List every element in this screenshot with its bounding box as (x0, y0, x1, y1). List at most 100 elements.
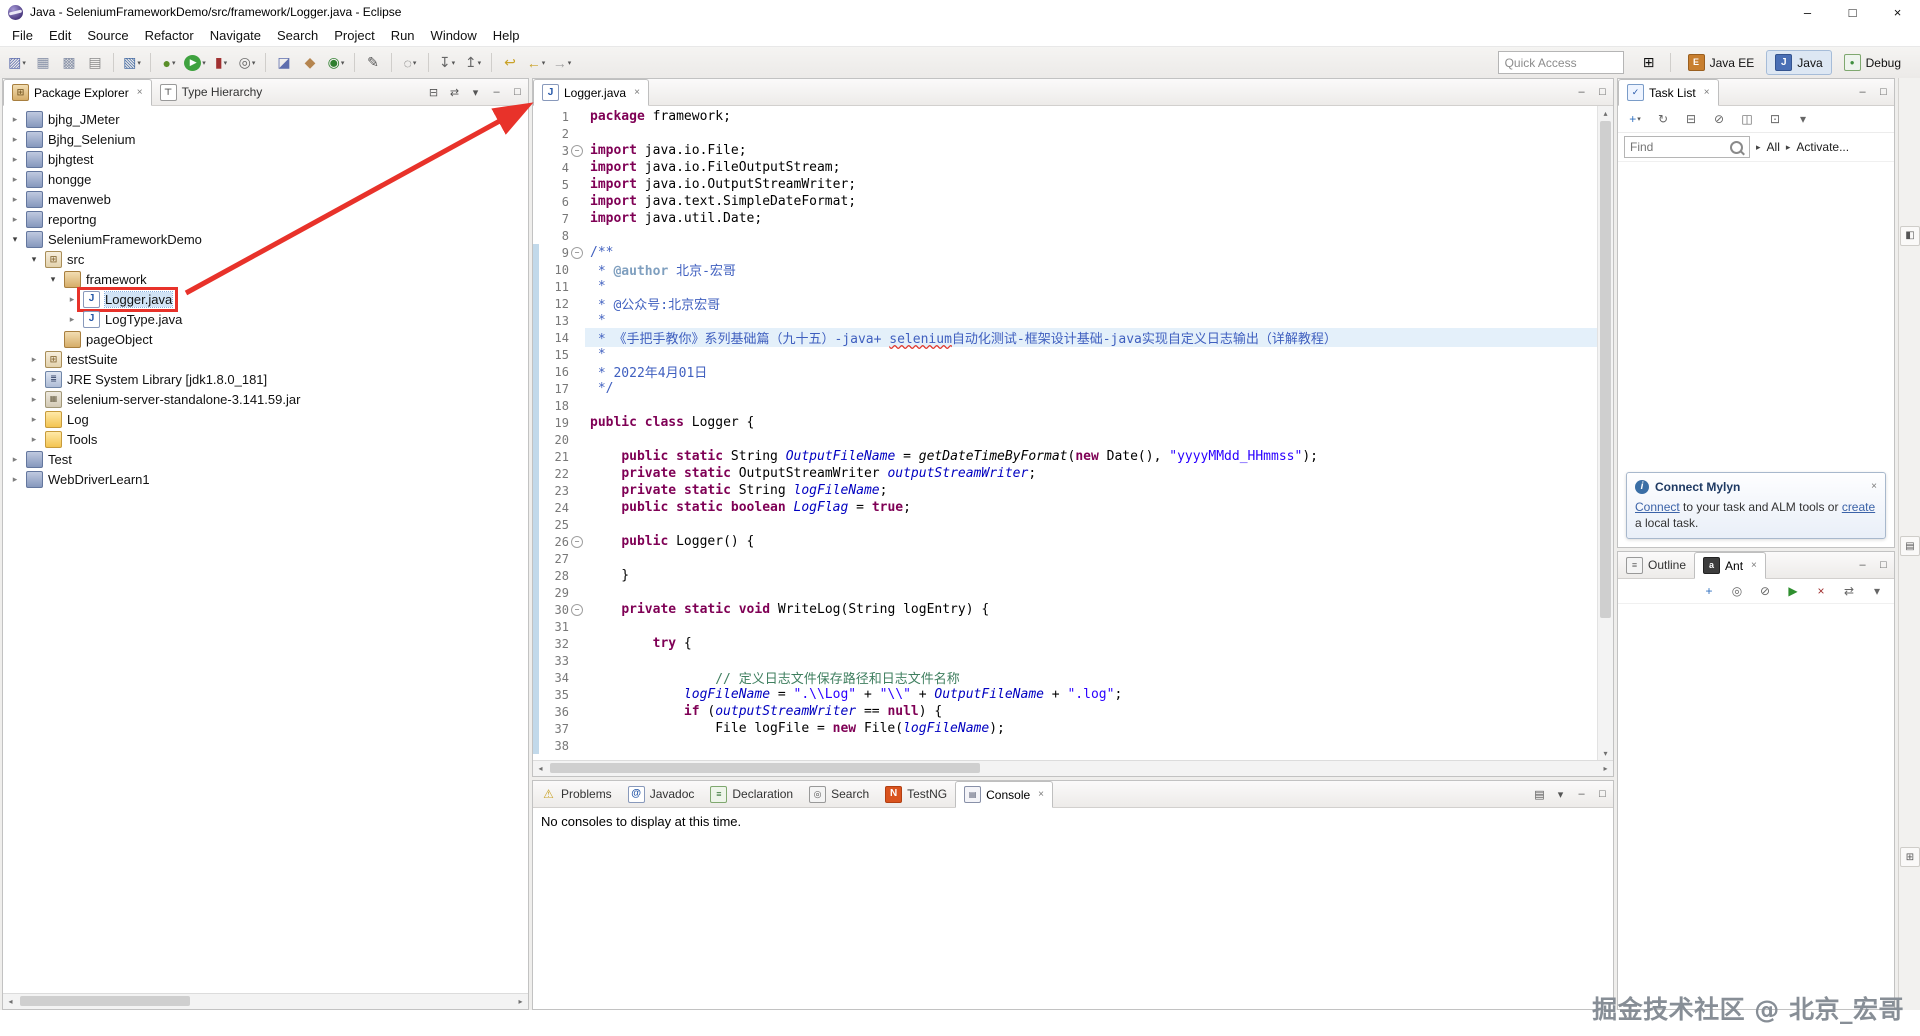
menu-window[interactable]: Window (423, 26, 485, 45)
dropdown-arrow-icon[interactable]: ▾ (137, 59, 141, 67)
find-input[interactable] (1628, 139, 1730, 155)
package-explorer-hscrollbar[interactable]: ◂ ▸ (3, 993, 528, 1009)
back-button[interactable]: ← ▾ (523, 51, 549, 75)
tree-item-test[interactable]: ▸ Test (3, 449, 528, 469)
open-console-button[interactable]: ▧ ▾ (119, 51, 145, 75)
next-annotation-button[interactable]: ↧ ▾ (434, 51, 460, 75)
run-external-tools-button[interactable]: ◎ ▾ (234, 51, 260, 75)
dropdown-arrow-icon[interactable]: ▾ (202, 59, 206, 67)
tree-arrow-icon[interactable]: ▾ (7, 234, 23, 245)
print-button[interactable]: ▤ (82, 51, 108, 75)
tab-package-explorer[interactable]: ⊞ Package Explorer × (3, 79, 152, 106)
scroll-thumb[interactable] (550, 763, 980, 773)
tree-arrow-icon[interactable]: ▸ (64, 314, 80, 325)
code-line-38[interactable]: 38 (533, 737, 1597, 754)
code-line-15[interactable]: 15 * (533, 346, 1597, 363)
close-icon[interactable]: × (137, 87, 143, 98)
categorized-button[interactable]: ⊟ (1678, 109, 1704, 129)
new-package-button[interactable]: ◆ (297, 51, 323, 75)
code-line-34[interactable]: 34 // 定义日志文件保存路径和日志文件名称 (533, 669, 1597, 687)
create-link[interactable]: create (1842, 500, 1875, 514)
code-line-35[interactable]: 35 logFileName = ".\\Log" + "\\" + Outpu… (533, 686, 1597, 703)
synchronize-button[interactable]: ↻ (1650, 109, 1676, 129)
maximize-button[interactable]: □ (1875, 557, 1892, 574)
code-line-31[interactable]: 31 (533, 618, 1597, 635)
code-line-4[interactable]: 4 import java.io.FileOutputStream; (533, 159, 1597, 176)
close-icon[interactable]: × (1704, 87, 1710, 98)
code-line-30[interactable]: 30− private static void WriteLog(String … (533, 601, 1597, 618)
scroll-track[interactable] (18, 994, 513, 1009)
tree-item-src[interactable]: ▾ ⊞ src (3, 249, 528, 269)
close-icon[interactable]: × (634, 87, 640, 98)
find-box[interactable] (1624, 136, 1750, 158)
tree-item-mavenweb[interactable]: ▸ mavenweb (3, 189, 528, 209)
coverage-button[interactable]: ▮ ▾ (208, 51, 234, 75)
tree-item-bjhg-selenium[interactable]: ▸ Bjhg_Selenium (3, 129, 528, 149)
link-with-editor-button[interactable]: ⇄ (1836, 581, 1862, 601)
fold-collapse-icon[interactable]: − (571, 535, 583, 548)
close-icon[interactable]: × (1751, 560, 1757, 571)
code-line-21[interactable]: 21 public static String OutputFileName =… (533, 448, 1597, 465)
maximize-button[interactable]: □ (1594, 84, 1611, 101)
tree-item-pageobject[interactable]: pageObject (3, 329, 528, 349)
filter-completed-button[interactable]: ⊘ (1706, 109, 1732, 129)
menu-navigate[interactable]: Navigate (202, 26, 269, 45)
close-icon[interactable]: × (1038, 789, 1044, 800)
scroll-left-icon[interactable]: ◂ (3, 997, 18, 1006)
quick-access-box[interactable]: Quick Access (1497, 51, 1624, 74)
code-line-2[interactable]: 2 (533, 125, 1597, 142)
code-line-7[interactable]: 7 import java.util.Date; (533, 210, 1597, 227)
tab-outline[interactable]: ≡ Outline (1618, 552, 1694, 578)
tree-arrow-icon[interactable]: ▸ (26, 394, 42, 405)
code-line-19[interactable]: 19 public class Logger { (533, 414, 1597, 431)
minimize-button[interactable]: – (1854, 84, 1871, 101)
code-line-27[interactable]: 27 (533, 550, 1597, 567)
code-line-22[interactable]: 22 private static OutputStreamWriter out… (533, 465, 1597, 482)
tree-arrow-icon[interactable]: ▸ (26, 434, 42, 445)
view-menu-button[interactable]: ▾ (1864, 581, 1890, 601)
tree-item-testsuite[interactable]: ▸ ⊞ testSuite (3, 349, 528, 369)
debug-button[interactable]: ● ▾ (156, 51, 182, 75)
scroll-right-icon[interactable]: ▸ (513, 997, 528, 1006)
dropdown-arrow-icon[interactable]: ▾ (413, 59, 417, 67)
maximize-button[interactable]: □ (1594, 786, 1611, 803)
dropdown-arrow-icon[interactable]: ▾ (542, 59, 546, 67)
editor-vscrollbar[interactable]: ▴ ▾ (1597, 106, 1613, 760)
minimize-button[interactable]: – (488, 84, 505, 101)
new-wizard-button[interactable]: ▨ ▾ (4, 51, 30, 75)
menu-source[interactable]: Source (79, 26, 136, 45)
dropdown-arrow-icon[interactable]: ▾ (252, 59, 256, 67)
tree-item-reportng[interactable]: ▸ reportng (3, 209, 528, 229)
tree-item-log[interactable]: ▸ Log (3, 409, 528, 429)
tab-problems[interactable]: ⚠ Problems (533, 781, 620, 807)
tree-item-logtype-java[interactable]: ▸ J LogType.java (3, 309, 528, 329)
tab-javadoc[interactable]: @ Javadoc (620, 781, 703, 807)
tree-item-bjhg-jmeter[interactable]: ▸ bjhg_JMeter (3, 109, 528, 129)
restore-view-1-button[interactable]: ◧ (1900, 225, 1920, 246)
add-buildfiles-button[interactable]: + (1696, 581, 1722, 601)
remove-button[interactable]: × (1808, 581, 1834, 601)
view-menu-button[interactable]: ▾ (467, 84, 484, 101)
tab-logger-java[interactable]: J Logger.java × (533, 79, 649, 106)
code-line-1[interactable]: 1 package framework; (533, 108, 1597, 125)
tree-item-bjhgtest[interactable]: ▸ bjhgtest (3, 149, 528, 169)
open-console-button[interactable]: ▤ (1531, 786, 1548, 803)
activate-link[interactable]: Activate... (1796, 140, 1849, 154)
tree-item-tools[interactable]: ▸ Tools (3, 429, 528, 449)
dropdown-arrow-icon[interactable]: ▾ (341, 59, 345, 67)
menu-edit[interactable]: Edit (41, 26, 79, 45)
menu-search[interactable]: Search (269, 26, 326, 45)
display-selected-console-button[interactable]: ▾ (1552, 786, 1569, 803)
editor-hscrollbar[interactable]: ◂ ▸ (533, 760, 1613, 776)
minimize-window-button[interactable]: – (1785, 0, 1830, 24)
code-line-28[interactable]: 28 } (533, 567, 1597, 584)
code-line-25[interactable]: 25 (533, 516, 1597, 533)
scroll-thumb[interactable] (1600, 121, 1611, 619)
scroll-left-icon[interactable]: ◂ (533, 764, 548, 773)
tree-item-seleniumframeworkdemo[interactable]: ▾ SeleniumFrameworkDemo (3, 229, 528, 249)
code-line-14[interactable]: 14 * 《手把手教你》系列基础篇（九十五）-java+ selenium自动化… (533, 328, 1597, 347)
tree-arrow-icon[interactable]: ▸ (26, 374, 42, 385)
run-default-target-button[interactable]: ▶ (1780, 581, 1806, 601)
code-line-29[interactable]: 29 (533, 584, 1597, 601)
dropdown-arrow-icon[interactable]: ▾ (172, 59, 176, 67)
